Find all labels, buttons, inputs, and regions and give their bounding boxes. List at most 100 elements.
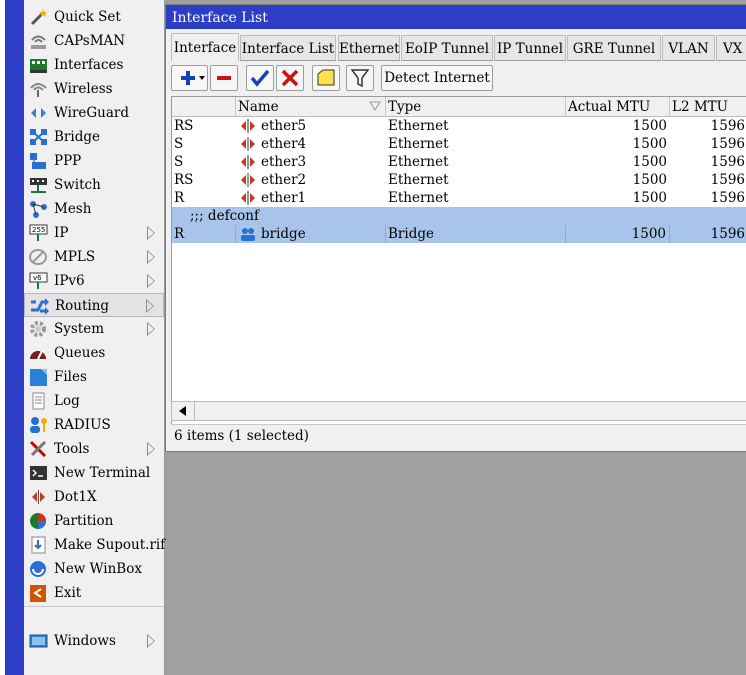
menu-separator (24, 606, 164, 607)
menu-label: Wireless (54, 81, 113, 97)
name-cell: ether1 (261, 190, 307, 206)
enable-button[interactable] (246, 65, 274, 91)
column-flags[interactable] (172, 97, 236, 116)
column-actual-mtu[interactable]: Actual MTU (566, 97, 670, 116)
menu-label: RADIUS (54, 417, 111, 433)
menu-label: PPP (54, 153, 82, 169)
menu-item-quick-set[interactable]: Quick Set (24, 5, 164, 29)
menu-label: Quick Set (54, 9, 121, 25)
name-cell: bridge (236, 225, 386, 243)
table-row[interactable]: R ether1 Ethernet 1500 1596 (172, 189, 746, 207)
table-row[interactable]: RS ether5 Ethernet 1500 1596 (172, 117, 746, 135)
horizontal-scrollbar[interactable] (171, 401, 746, 421)
disable-button[interactable] (276, 65, 304, 91)
filter-button[interactable] (346, 65, 374, 91)
menu-item-system[interactable]: System (24, 317, 164, 341)
column-l2-mtu[interactable]: L2 MTU (670, 97, 746, 116)
menu-label: Mesh (54, 201, 92, 217)
comment-row[interactable]: ;;; defconf (172, 207, 746, 225)
menu-label: Dot1X (54, 489, 97, 505)
menu-item-windows[interactable]: Windows (24, 629, 164, 653)
menu-item-wireless[interactable]: Wireless (24, 77, 164, 101)
type-cell: Bridge (386, 225, 566, 243)
detect-internet-button[interactable]: Detect Internet (381, 65, 493, 91)
tab-gre-tunnel[interactable]: GRE Tunnel (567, 35, 661, 61)
sort-indicator-icon (369, 101, 381, 111)
mpls-icon (29, 248, 48, 266)
menu-item-partition[interactable]: Partition (24, 509, 164, 533)
ethernet-icon (241, 155, 255, 169)
menu-item-files[interactable]: Files (24, 365, 164, 389)
plus-icon (180, 71, 205, 85)
menu-item-exit[interactable]: Exit (24, 581, 164, 605)
status-divider (171, 424, 746, 425)
table-row[interactable]: RS ether2 Ethernet 1500 1596 (172, 171, 746, 189)
table-row[interactable]: S ether4 Ethernet 1500 1596 (172, 135, 746, 153)
toolbar: Detect Internet (166, 63, 746, 93)
table-row[interactable]: S ether3 Ethernet 1500 1596 (172, 153, 746, 171)
menu-item-new-winbox[interactable]: New WinBox (24, 557, 164, 581)
menu-item-capsman[interactable]: CAPsMAN (24, 29, 164, 53)
tab-vxlan[interactable]: VX (716, 35, 746, 61)
tab-eoip-tunnel[interactable]: EoIP Tunnel (401, 35, 493, 61)
submenu-arrow-icon (147, 322, 155, 336)
svg-text:255: 255 (32, 226, 45, 234)
menu-item-mesh[interactable]: Mesh (24, 197, 164, 221)
menu-item-wireguard[interactable]: WireGuard (24, 101, 164, 125)
menu-item-switch[interactable]: Switch (24, 173, 164, 197)
menu-item-interfaces[interactable]: Interfaces (24, 53, 164, 77)
menu-item-log[interactable]: Log (24, 389, 164, 413)
menu-label: Queues (54, 345, 106, 361)
mtu-cell: 1500 (632, 118, 667, 134)
menu-item-radius[interactable]: RADIUS (24, 413, 164, 437)
routing-icon (30, 297, 49, 315)
menu-item-bridge[interactable]: Bridge (24, 125, 164, 149)
window-title[interactable]: Interface List (166, 5, 746, 29)
menu-item-ip[interactable]: 255 IP (24, 221, 164, 245)
tab-vlan[interactable]: VLAN (662, 35, 715, 61)
left-brand-strip (0, 0, 24, 675)
ipv6-icon: v6 (29, 272, 48, 290)
name-cell: ether4 (261, 136, 307, 152)
tab-ethernet[interactable]: Ethernet (338, 35, 400, 61)
column-type[interactable]: Type (386, 97, 566, 116)
menu-label: New WinBox (54, 561, 142, 577)
menu-item-dot1x[interactable]: Dot1X (24, 485, 164, 509)
menu-item-ipv6[interactable]: v6 IPv6 (24, 269, 164, 293)
submenu-arrow-icon (147, 274, 155, 288)
menu-item-new-terminal[interactable]: New Terminal (24, 461, 164, 485)
ethernet-icon (241, 137, 255, 151)
menu-item-routing[interactable]: Routing (24, 293, 164, 317)
table-row-selected[interactable]: R bridge Bridge 1500 1596 (172, 225, 746, 243)
column-name[interactable]: Name (236, 97, 386, 116)
comment-button[interactable] (312, 65, 340, 91)
menu-label: Interfaces (54, 57, 124, 73)
menu-item-queues[interactable]: Queues (24, 341, 164, 365)
tab-ip-tunnel[interactable]: IP Tunnel (494, 35, 566, 61)
supout-icon (29, 536, 48, 554)
partition-icon (29, 512, 48, 530)
scroll-left-icon[interactable] (172, 402, 195, 420)
tab-interface-list[interactable]: Interface List (240, 35, 336, 61)
menu-label: Log (54, 393, 80, 409)
type-cell: Ethernet (388, 118, 449, 134)
menu-label: Routing (55, 298, 110, 314)
remove-button[interactable] (210, 65, 238, 91)
menu-label: MPLS (54, 249, 96, 265)
flags-cell: RS (174, 172, 194, 188)
add-button[interactable] (171, 65, 208, 91)
menu-item-ppp[interactable]: PPP (24, 149, 164, 173)
name-cell: ether5 (261, 118, 307, 134)
menu-item-make-supout[interactable]: Make Supout.rif (24, 533, 165, 557)
exit-icon (29, 584, 48, 602)
l2mtu-cell: 1596 (710, 226, 745, 242)
mtu-cell: 1500 (632, 154, 667, 170)
menu-label: IPv6 (54, 273, 85, 289)
menu-item-tools[interactable]: Tools (24, 437, 164, 461)
submenu-arrow-icon (147, 226, 155, 240)
flags-cell: S (174, 154, 184, 170)
flags-cell: R (174, 190, 185, 206)
tab-interface[interactable]: Interface (171, 33, 239, 61)
name-cell: ether2 (261, 172, 307, 188)
menu-item-mpls[interactable]: MPLS (24, 245, 164, 269)
